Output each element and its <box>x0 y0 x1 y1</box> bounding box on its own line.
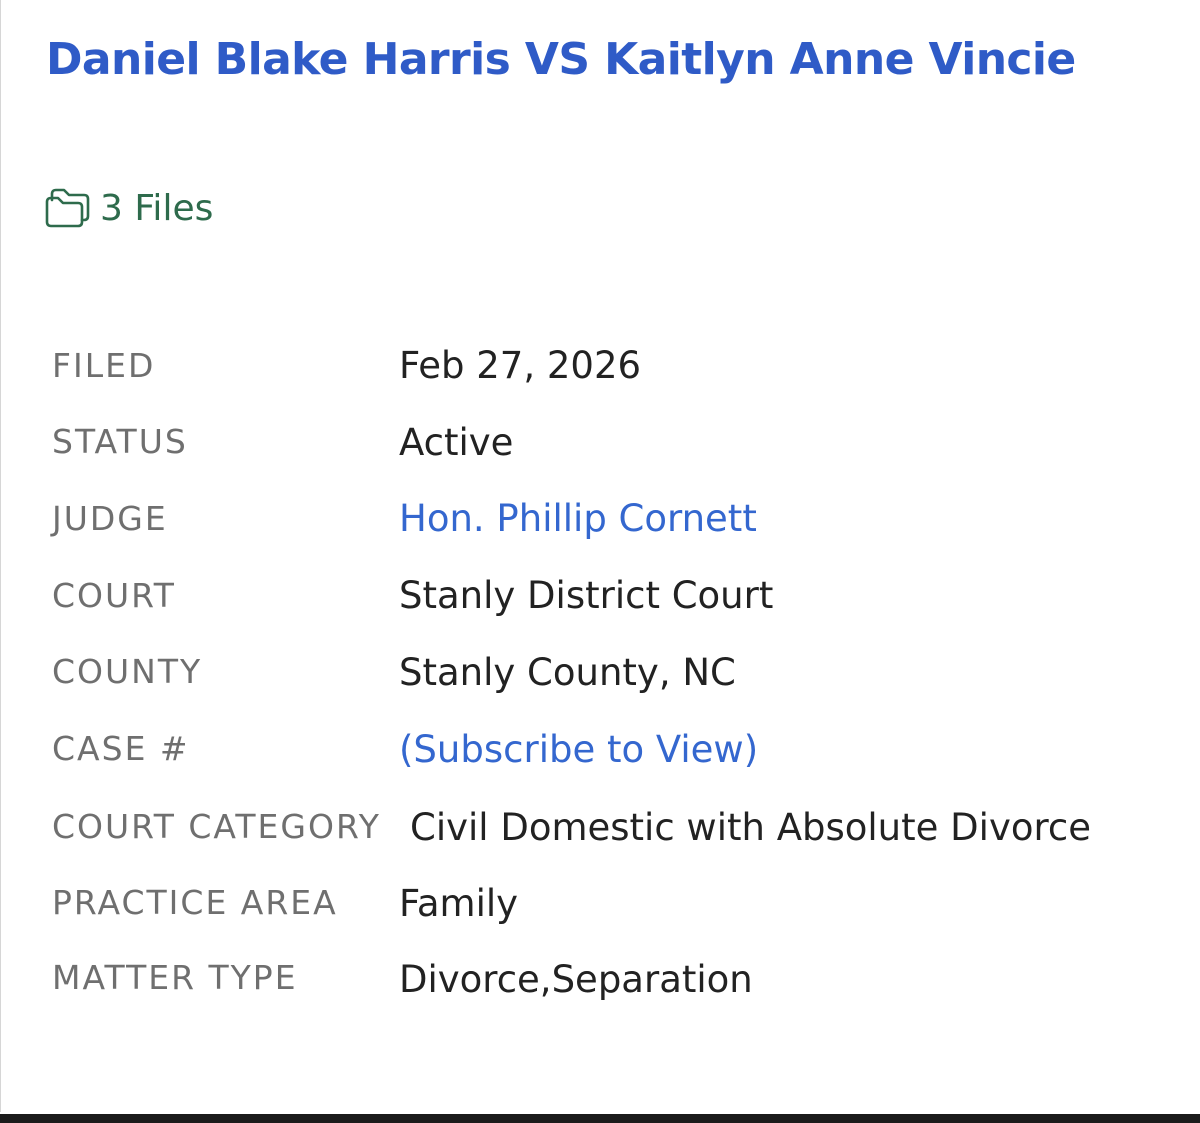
filed-label: FILED <box>52 346 156 385</box>
practice-area-label: PRACTICE AREA <box>52 883 338 922</box>
bottom-divider <box>0 1114 1200 1123</box>
court-category-label: COURT CATEGORY <box>52 807 381 846</box>
judge-link[interactable]: Hon. Phillip Cornett <box>399 497 757 540</box>
matter-type-label: MATTER TYPE <box>52 958 298 997</box>
status-value: Active <box>399 421 514 464</box>
subscribe-to-view-link[interactable]: (Subscribe to View) <box>399 728 758 771</box>
case-title[interactable]: Daniel Blake Harris VS Kaitlyn Anne Vinc… <box>46 34 1076 85</box>
court-label: COURT <box>52 576 176 615</box>
case-number-label: CASE # <box>52 729 190 768</box>
files-link[interactable]: 3 Files <box>44 186 213 230</box>
practice-area-value: Family <box>399 882 519 925</box>
folder-icon <box>44 186 100 230</box>
judge-label: JUDGE <box>52 499 168 538</box>
status-label: STATUS <box>52 422 188 461</box>
county-value: Stanly County, NC <box>399 651 736 694</box>
files-count-label: 3 Files <box>100 187 214 229</box>
court-value: Stanly District Court <box>399 574 774 617</box>
county-label: COUNTY <box>52 652 203 691</box>
matter-type-value: Divorce,Separation <box>399 958 753 1001</box>
panel-left-border <box>0 0 1 1112</box>
filed-value: Feb 27, 2026 <box>399 344 642 387</box>
court-category-value: Civil Domestic with Absolute Divorce <box>410 806 1091 849</box>
